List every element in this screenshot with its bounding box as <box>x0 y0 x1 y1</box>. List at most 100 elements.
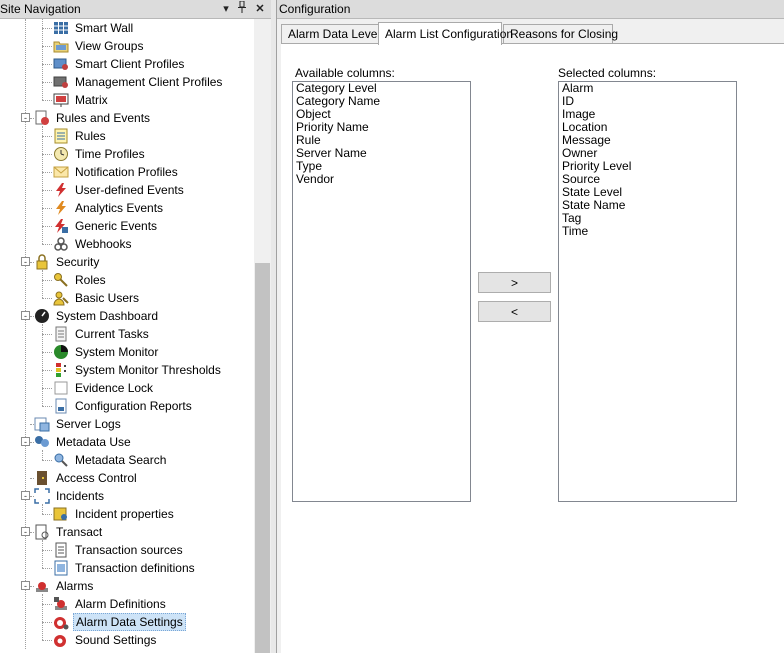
close-icon[interactable]: ✕ <box>252 1 268 17</box>
tree-item-label: User-defined Events <box>75 183 184 197</box>
transaction-definition-icon <box>53 560 69 576</box>
tree-connector <box>42 190 52 191</box>
tree-scrollbar[interactable] <box>254 19 271 653</box>
configuration-pane: Configuration Alarm Data Levels Alarm Li… <box>277 0 784 654</box>
tree-item-label: Smart Client Profiles <box>75 57 185 71</box>
tree-item-label: Transaction sources <box>75 543 183 557</box>
selected-columns-list[interactable]: Alarm ID Image Location Message Owner Priority… <box>558 81 737 502</box>
tree-connector <box>30 496 34 497</box>
site-navigation-header: Site Navigation ▾ ✕ <box>0 0 271 19</box>
configuration-tabs: Alarm Data Levels Alarm List Configurati… <box>281 22 784 45</box>
tab-content-panel: Available columns: Category Level Categor… <box>281 43 784 654</box>
tree-item-label: Webhooks <box>75 237 132 251</box>
tree-connector <box>42 100 52 101</box>
tree-item-label: Alarms <box>56 579 94 593</box>
tree-branch-line <box>42 324 43 406</box>
tree-item-label: Incidents <box>56 489 105 503</box>
tree-connector <box>42 244 52 245</box>
tab-reasons-for-closing[interactable]: Reasons for Closing <box>503 24 618 44</box>
tree-connector <box>42 406 52 407</box>
tree-connector <box>42 352 52 353</box>
pin-icon[interactable] <box>234 0 250 17</box>
metadata-search-icon <box>53 452 69 468</box>
smart-wall-icon <box>53 20 69 36</box>
tree-connector <box>42 514 52 515</box>
tree-item-label: Incident properties <box>75 507 174 521</box>
clock-icon <box>53 146 69 162</box>
tree-connector <box>42 388 52 389</box>
tree-expander[interactable]: - <box>21 527 30 537</box>
tree-connector <box>42 604 52 605</box>
tree-connector <box>42 208 52 209</box>
tree-item-label: Time Profiles <box>75 147 145 161</box>
tree-branch-line <box>42 450 43 460</box>
tree-branch-line <box>42 504 43 514</box>
incident-properties-icon <box>53 506 69 522</box>
incidents-icon <box>34 488 50 504</box>
tree-expander[interactable]: - <box>21 311 30 321</box>
tree-item-label: Transact <box>56 525 103 539</box>
tab-alarm-list-configuration[interactable]: Alarm List Configuration <box>378 22 513 45</box>
key-icon <box>53 272 69 288</box>
tab-alarm-data-levels[interactable]: Alarm Data Levels <box>281 24 386 44</box>
available-columns-list[interactable]: Category Level Category Name Object Priorit… <box>292 81 471 502</box>
folder-icon <box>53 38 69 54</box>
tree-item-label: Rules <box>75 129 106 143</box>
tree-item-label: Matrix <box>75 93 108 107</box>
tree-item-label: Transaction definitions <box>75 561 195 575</box>
envelope-icon <box>53 164 69 180</box>
tree-item-label: Notification Profiles <box>75 165 178 179</box>
matrix-icon <box>53 92 69 108</box>
tree-expander[interactable]: - <box>21 113 30 123</box>
tree-connector <box>42 28 52 29</box>
tree-item-label: Metadata Search <box>75 453 167 467</box>
tree-connector <box>42 172 52 173</box>
navigation-tree: Smart Wall View Groups Smart Client Profil… <box>0 19 254 653</box>
tree-connector <box>42 550 52 551</box>
lock-icon <box>34 254 50 270</box>
tree-connector <box>30 586 34 587</box>
list-item[interactable]: Time <box>559 225 736 238</box>
tree-item-label: Access Control <box>56 471 137 485</box>
list-item[interactable]: Alarm <box>559 82 736 95</box>
scrollbar-thumb[interactable] <box>255 263 270 653</box>
tree-connector <box>42 64 52 65</box>
client-profile-icon <box>53 56 69 72</box>
analytics-event-icon <box>53 200 69 216</box>
tree-item-label: Security <box>56 255 100 269</box>
alarm-definition-icon <box>53 596 69 612</box>
tree-connector <box>30 478 34 479</box>
management-profile-icon <box>53 74 69 90</box>
add-column-button[interactable]: > <box>478 272 551 293</box>
report-icon <box>53 398 69 414</box>
site-navigation-pane: Site Navigation ▾ ✕ Smart Wall View Group… <box>0 0 272 653</box>
evidence-lock-icon <box>53 380 69 396</box>
tree-expander[interactable]: - <box>21 257 30 267</box>
remove-column-button[interactable]: < <box>478 301 551 322</box>
tree-expander[interactable]: - <box>21 437 30 447</box>
tree-item-label: Roles <box>75 273 106 287</box>
tree-item-label: Configuration Reports <box>75 399 192 413</box>
tree-item-label: System Dashboard <box>56 309 159 323</box>
tree-connector <box>42 136 52 137</box>
transaction-source-icon <box>53 542 69 558</box>
alarm-data-icon <box>53 614 69 630</box>
tree-connector <box>30 442 34 443</box>
list-item[interactable]: State Name <box>559 199 736 212</box>
tree-item-label: Evidence Lock <box>75 381 154 395</box>
tree-item-label: Generic Events <box>75 219 158 233</box>
tree-connector <box>30 532 34 533</box>
tree-connector <box>42 640 52 641</box>
alarm-icon <box>34 578 50 594</box>
tree-connector <box>42 568 52 569</box>
tree-expander[interactable]: - <box>21 581 30 591</box>
tree-item-label: View Groups <box>75 39 144 53</box>
access-control-icon <box>34 470 50 486</box>
list-item[interactable]: Vendor <box>293 173 470 186</box>
tree-expander[interactable]: - <box>21 491 30 501</box>
dashboard-icon <box>34 308 50 324</box>
tree-branch-line <box>42 540 43 568</box>
chevron-down-icon[interactable]: ▾ <box>218 1 234 17</box>
tree-connector <box>42 226 52 227</box>
tree-connector <box>42 280 52 281</box>
